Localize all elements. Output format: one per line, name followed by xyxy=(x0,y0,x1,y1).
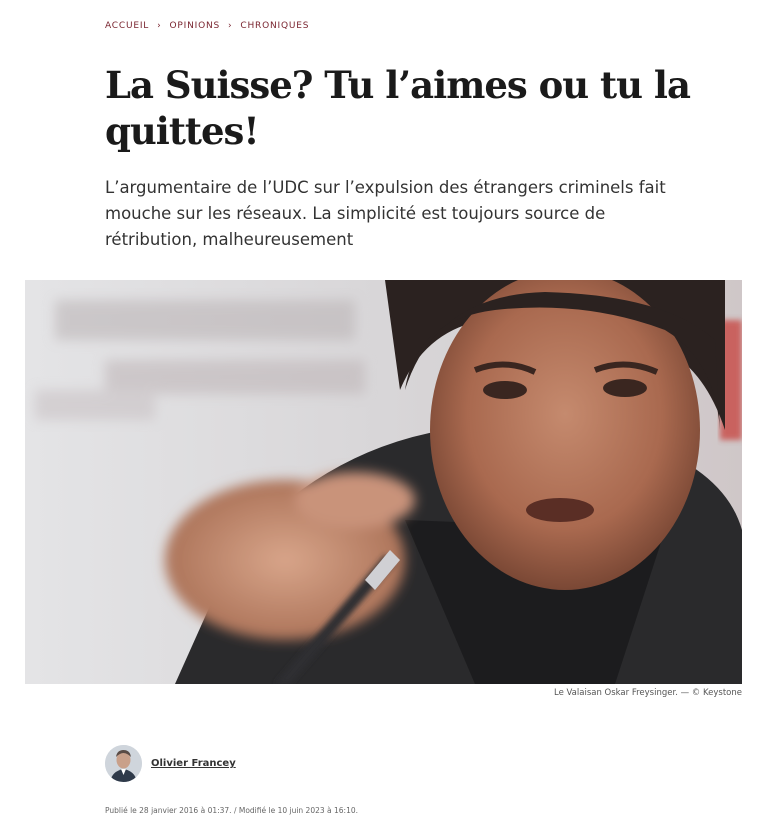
portrait-photo xyxy=(25,280,742,684)
article-title: La Suisse? Tu l’aimes ou tu la quittes! xyxy=(105,63,691,153)
author-avatar[interactable] xyxy=(105,745,142,782)
breadcrumb-separator-icon: › xyxy=(228,21,233,31)
breadcrumb: ACCUEIL › OPINIONS › CHRONIQUES xyxy=(105,21,309,31)
image-caption: Le Valaisan Oskar Freysinger. — © Keysto… xyxy=(554,688,742,698)
article-lede: L’argumentaire de l’UDC sur l’expulsion … xyxy=(105,178,666,249)
breadcrumb-opinions-link[interactable]: OPINIONS xyxy=(170,21,220,31)
breadcrumb-home-link[interactable]: ACCUEIL xyxy=(105,21,149,31)
article-hero-image xyxy=(25,280,742,684)
author-byline: Olivier Francey xyxy=(105,745,236,782)
publication-dates: Publié le 28 janvier 2016 à 01:37. / Mod… xyxy=(105,806,359,815)
author-name-link[interactable]: Olivier Francey xyxy=(151,758,236,769)
breadcrumb-separator-icon: › xyxy=(157,21,162,31)
breadcrumb-chroniques-link[interactable]: CHRONIQUES xyxy=(240,21,309,31)
